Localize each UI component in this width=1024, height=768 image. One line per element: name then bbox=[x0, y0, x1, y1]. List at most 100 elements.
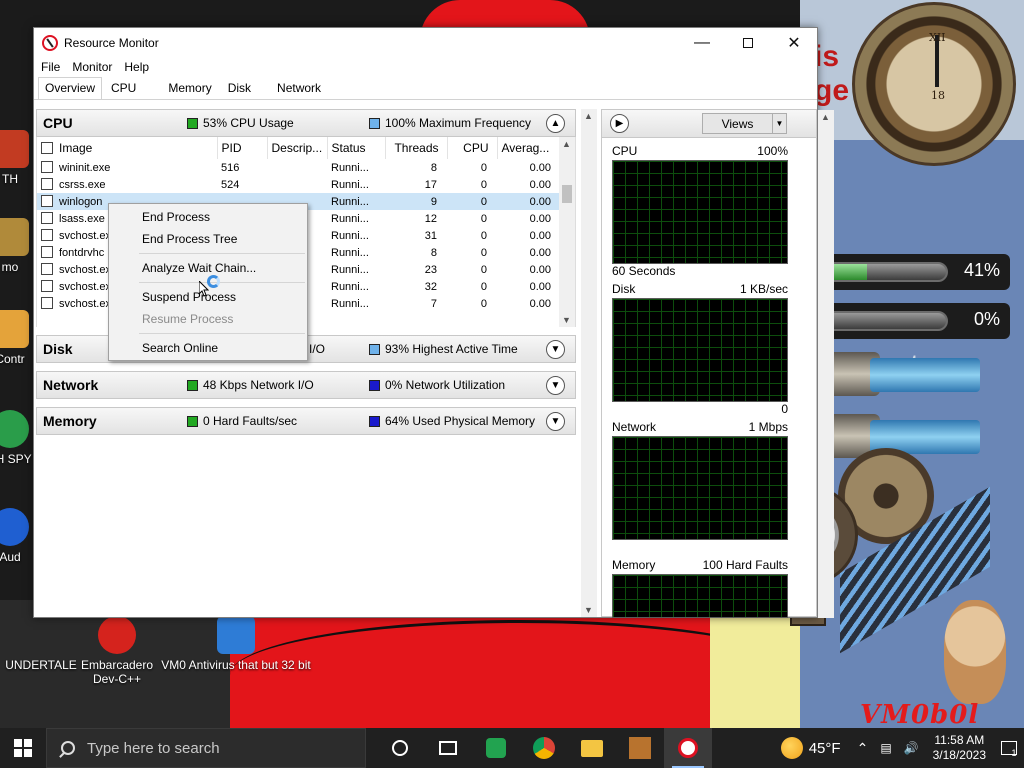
menu-monitor[interactable]: Monitor bbox=[72, 60, 112, 74]
network-section-header[interactable]: Network 48 Kbps Network I/O 0% Network U… bbox=[36, 371, 576, 399]
process-cpu-cell: 0 bbox=[480, 246, 487, 259]
cpu-section-header[interactable]: CPU 53% CPU Usage 100% Maximum Frequency… bbox=[36, 109, 576, 137]
column-header-average[interactable]: Averag... bbox=[497, 137, 562, 159]
process-checkbox[interactable] bbox=[41, 178, 53, 190]
taskbar-app-chrome[interactable] bbox=[520, 728, 568, 768]
graph-canvas bbox=[612, 160, 788, 264]
scroll-down-icon[interactable]: ▼ bbox=[562, 315, 571, 325]
taskbar-app-sheets[interactable] bbox=[472, 728, 520, 768]
table-header-row: Image PID Descrip... Status Threads CPU … bbox=[37, 137, 562, 159]
process-status-cell: Runni... bbox=[331, 178, 369, 191]
taskbar-app-resource-monitor[interactable] bbox=[664, 728, 712, 768]
tab-disk[interactable]: Disk bbox=[221, 77, 258, 99]
app-icon bbox=[0, 508, 29, 546]
start-button[interactable] bbox=[0, 728, 46, 768]
cortana-button[interactable] bbox=[376, 728, 424, 768]
weather-widget[interactable]: 45°F bbox=[780, 737, 841, 759]
desktop-icon-undertale[interactable]: UNDERTALE bbox=[2, 616, 80, 672]
notification-center-button[interactable]: 1 bbox=[994, 728, 1024, 768]
column-header-image[interactable]: Image bbox=[37, 137, 218, 159]
minimize-button[interactable]: — bbox=[679, 28, 725, 57]
cpu-usage-swatch bbox=[187, 117, 198, 129]
scroll-up-icon[interactable]: ▲ bbox=[584, 111, 593, 121]
window-title: Resource Monitor bbox=[64, 35, 159, 50]
process-image-name: svchost.ex bbox=[59, 281, 111, 293]
menu-item-search-online[interactable]: Search Online bbox=[109, 337, 307, 359]
expand-chevron-down-icon[interactable]: ▼ bbox=[546, 339, 565, 359]
menu-help[interactable]: Help bbox=[124, 60, 149, 74]
memory-section-header[interactable]: Memory 0 Hard Faults/sec 64% Used Physic… bbox=[36, 407, 576, 435]
scrollbar-thumb[interactable] bbox=[562, 185, 572, 203]
tab-memory[interactable]: Memory bbox=[161, 77, 218, 99]
process-threads-cell: 9 bbox=[385, 193, 447, 210]
process-checkbox[interactable] bbox=[41, 212, 53, 224]
process-checkbox[interactable] bbox=[41, 280, 53, 292]
taskbar-clock[interactable]: 11:58 AM 3/18/2023 bbox=[933, 733, 986, 763]
chrome-icon bbox=[533, 737, 555, 759]
overview-sections: CPU 53% CPU Usage 100% Maximum Frequency… bbox=[36, 109, 576, 617]
menu-item-analyze-wait-chain[interactable]: Analyze Wait Chain... bbox=[109, 257, 307, 279]
weather-sun-icon bbox=[780, 737, 803, 759]
table-row[interactable]: csrss.exe 524 Runni... 17 0 0.00 bbox=[37, 176, 561, 193]
desktop-icon-label: VM0 Antivirus that but 32 bit bbox=[161, 658, 311, 672]
column-header-pid[interactable]: PID bbox=[217, 137, 268, 159]
process-checkbox[interactable] bbox=[41, 229, 53, 241]
scroll-up-icon[interactable]: ▲ bbox=[821, 112, 830, 122]
column-header-threads[interactable]: Threads bbox=[385, 137, 448, 159]
title-bar[interactable]: Resource Monitor — ✕ bbox=[34, 28, 817, 57]
process-checkbox[interactable] bbox=[41, 246, 53, 258]
show-hidden-icons-chevron-icon[interactable]: ⌃ bbox=[857, 740, 869, 757]
chrome-icon bbox=[0, 410, 29, 448]
scroll-up-icon[interactable]: ▲ bbox=[562, 139, 571, 149]
desktop-icon-devcpp[interactable]: Embarcadero Dev-C++ bbox=[78, 616, 156, 686]
select-all-checkbox[interactable] bbox=[41, 142, 53, 154]
task-view-button[interactable] bbox=[424, 728, 472, 768]
views-label: Views bbox=[721, 116, 754, 131]
views-dropdown[interactable]: Views ▼ bbox=[702, 113, 787, 134]
desktop-icon-label: Aud bbox=[0, 550, 21, 564]
scroll-down-icon[interactable]: ▼ bbox=[584, 605, 593, 615]
disk-graph: Disk 1 KB/sec 0 bbox=[612, 282, 788, 416]
column-header-description[interactable]: Descrip... bbox=[267, 137, 328, 159]
process-description-cell bbox=[267, 159, 327, 176]
tab-network[interactable]: Network bbox=[270, 77, 328, 99]
taskbar-search-box[interactable]: Type here to search bbox=[46, 728, 366, 768]
menu-file[interactable]: File bbox=[41, 60, 60, 74]
graph-scrollbar[interactable]: ▲ bbox=[818, 110, 834, 618]
overview-scrollbar[interactable]: ▲ ▼ bbox=[581, 109, 597, 617]
table-scrollbar[interactable]: ▲ ▼ bbox=[559, 137, 575, 327]
close-button[interactable]: ✕ bbox=[771, 28, 817, 57]
tab-cpu[interactable]: CPU bbox=[104, 77, 143, 99]
maximize-button[interactable] bbox=[725, 28, 771, 57]
expand-arrow-icon[interactable]: ▶ bbox=[610, 114, 629, 133]
menu-item-end-process[interactable]: End Process bbox=[109, 206, 307, 228]
clock-time: 11:58 AM bbox=[934, 733, 985, 747]
expand-chevron-down-icon[interactable]: ▼ bbox=[546, 375, 565, 395]
app-icon bbox=[0, 218, 29, 256]
process-threads-cell: 7 bbox=[430, 297, 437, 310]
process-checkbox[interactable] bbox=[41, 263, 53, 275]
sort-arrow-icon: ⌃ bbox=[355, 137, 363, 142]
taskbar-app-file-explorer[interactable] bbox=[568, 728, 616, 768]
collapse-chevron-up-icon[interactable]: ▲ bbox=[546, 113, 565, 133]
column-header-cpu[interactable]: CPU bbox=[447, 137, 498, 159]
desktop-icon-vm0-antivirus[interactable]: VM0 Antivirus that but 32 bit bbox=[156, 616, 316, 672]
process-threads-cell: 17 bbox=[424, 178, 437, 191]
menu-item-end-process-tree[interactable]: End Process Tree bbox=[109, 228, 307, 250]
volume-icon[interactable]: 🔊 bbox=[904, 741, 919, 755]
network-icon[interactable]: ▤ bbox=[880, 741, 891, 755]
process-status-cell: Runni... bbox=[331, 229, 369, 242]
graph-max: 100 Hard Faults bbox=[702, 558, 788, 572]
process-checkbox[interactable] bbox=[41, 297, 53, 309]
tab-overview[interactable]: Overview bbox=[38, 77, 103, 99]
resource-monitor-icon bbox=[42, 34, 58, 51]
expand-chevron-down-icon[interactable]: ▼ bbox=[546, 411, 565, 431]
process-checkbox[interactable] bbox=[41, 195, 53, 207]
temperature: 45°F bbox=[808, 739, 841, 757]
table-row[interactable]: wininit.exe 516 Runni... 8 0 0.00 bbox=[37, 159, 561, 176]
process-checkbox[interactable] bbox=[41, 161, 53, 173]
graph-max: 100% bbox=[757, 144, 788, 158]
taskbar-app-game[interactable] bbox=[616, 728, 664, 768]
tab-strip: Overview CPU Memory Disk Network bbox=[34, 77, 817, 100]
graph-label: CPU bbox=[612, 144, 638, 158]
